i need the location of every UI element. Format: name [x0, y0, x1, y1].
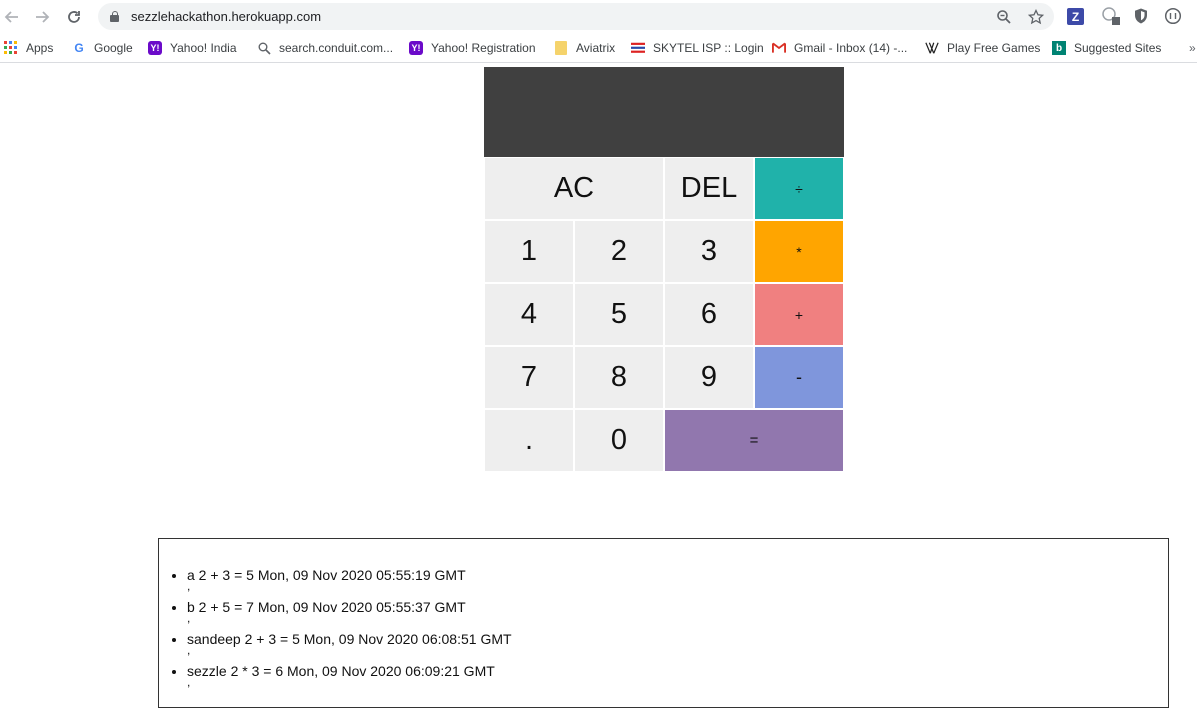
gmail-icon — [772, 41, 786, 55]
translate-extension-icon[interactable] — [1101, 6, 1121, 26]
bookmark-google[interactable]: G Google — [72, 40, 133, 56]
history-entry-text: sandeep 2 + 3 = 5 Mon, 09 Nov 2020 06:08… — [187, 631, 512, 647]
browser-toolbar: sezzlehackathon.herokuapp.com Z — [0, 0, 1197, 33]
bookmark-label: Yahoo! Registration — [431, 41, 536, 55]
bookmark-label: Yahoo! India — [170, 41, 237, 55]
multiply-button[interactable]: * — [754, 220, 844, 283]
subtract-button[interactable]: - — [754, 346, 844, 409]
add-button[interactable]: + — [754, 283, 844, 346]
digit-7-button[interactable]: 7 — [484, 346, 574, 409]
reload-icon[interactable] — [63, 6, 85, 28]
digit-0-button[interactable]: 0 — [574, 409, 664, 472]
google-icon: G — [74, 41, 84, 55]
bookmark-label: SKYTEL ISP :: Login — [653, 41, 764, 55]
forward-arrow-icon[interactable] — [31, 6, 53, 28]
delete-button[interactable]: DEL — [664, 157, 754, 220]
bookmark-label: Play Free Games — [947, 41, 1041, 55]
divide-button[interactable]: ÷ — [754, 157, 844, 220]
calculator: AC DEL ÷ 1 2 3 * 4 5 6 + 7 8 9 - . 0 = — [484, 67, 844, 472]
bookmark-label: Apps — [26, 41, 54, 55]
bookmark-label: Gmail - Inbox (14) -... — [794, 41, 908, 55]
apps-grid-icon — [4, 41, 18, 55]
bing-icon: b — [1052, 41, 1066, 55]
bookmark-label: Suggested Sites — [1074, 41, 1162, 55]
address-bar[interactable]: sezzlehackathon.herokuapp.com — [98, 3, 1054, 30]
bookmark-yahoo-india[interactable]: Y! Yahoo! India — [148, 40, 237, 56]
history-entry-text: b 2 + 5 = 7 Mon, 09 Nov 2020 05:55:37 GM… — [187, 599, 466, 615]
folder-icon — [554, 41, 568, 55]
more-bookmarks-chevron-icon[interactable]: » — [1189, 40, 1196, 56]
bookmark-label: Aviatrix — [576, 41, 616, 55]
bookmark-skytel[interactable]: SKYTEL ISP :: Login — [631, 40, 764, 56]
bookmark-aviatrix[interactable]: Aviatrix — [554, 40, 615, 56]
digit-5-button[interactable]: 5 — [574, 283, 664, 346]
history-entry: a 2 + 3 = 5 Mon, 09 Nov 2020 05:55:19 GM… — [187, 565, 512, 597]
history-entry: b 2 + 5 = 7 Mon, 09 Nov 2020 05:55:37 GM… — [187, 597, 512, 629]
all-clear-button[interactable]: AC — [484, 157, 664, 220]
digit-1-button[interactable]: 1 — [484, 220, 574, 283]
history-separator: , — [187, 643, 191, 657]
digit-6-button[interactable]: 6 — [664, 283, 754, 346]
digit-2-button[interactable]: 2 — [574, 220, 664, 283]
bookmark-play-free-games[interactable]: Play Free Games — [925, 40, 1040, 56]
history-entry-text: a 2 + 3 = 5 Mon, 09 Nov 2020 05:55:19 GM… — [187, 567, 466, 583]
history-list: a 2 + 3 = 5 Mon, 09 Nov 2020 05:55:19 GM… — [187, 565, 512, 693]
search-icon — [257, 41, 271, 55]
bookmarks-bar: Apps G Google Y! Yahoo! India search.con… — [0, 33, 1197, 63]
digit-4-button[interactable]: 4 — [484, 283, 574, 346]
zoom-icon[interactable] — [994, 7, 1014, 27]
bookmark-gmail[interactable]: Gmail - Inbox (14) -... — [772, 40, 907, 56]
back-arrow-icon[interactable] — [1, 6, 23, 28]
calculator-display — [484, 67, 844, 157]
history-entry: sezzle 2 * 3 = 6 Mon, 09 Nov 2020 06:09:… — [187, 661, 512, 693]
calculation-history-panel: a 2 + 3 = 5 Mon, 09 Nov 2020 05:55:19 GM… — [158, 538, 1169, 708]
shield-extension-icon[interactable] — [1131, 6, 1151, 26]
digit-8-button[interactable]: 8 — [574, 346, 664, 409]
lock-icon — [110, 11, 119, 22]
digit-9-button[interactable]: 9 — [664, 346, 754, 409]
bookmark-apps[interactable]: Apps — [4, 40, 53, 56]
bookmark-yahoo-registration[interactable]: Y! Yahoo! Registration — [409, 40, 536, 56]
history-separator: , — [187, 675, 191, 689]
z-extension-icon[interactable]: Z — [1067, 8, 1084, 25]
decimal-point-button[interactable]: . — [484, 409, 574, 472]
history-separator: , — [187, 579, 191, 593]
games-icon — [925, 41, 939, 55]
equals-button[interactable]: = — [664, 409, 844, 472]
bookmark-search-conduit[interactable]: search.conduit.com... — [257, 40, 393, 56]
bookmark-label: search.conduit.com... — [279, 41, 394, 55]
bookmark-star-icon[interactable] — [1026, 7, 1046, 27]
bookmark-suggested-sites[interactable]: b Suggested Sites — [1052, 40, 1161, 56]
profile-extension-icon[interactable] — [1163, 6, 1183, 26]
digit-3-button[interactable]: 3 — [664, 220, 754, 283]
bookmark-label: Google — [94, 41, 133, 55]
history-separator: , — [187, 611, 191, 625]
yahoo-icon: Y! — [148, 41, 162, 55]
yahoo-icon: Y! — [409, 41, 423, 55]
history-entry-text: sezzle 2 * 3 = 6 Mon, 09 Nov 2020 06:09:… — [187, 663, 495, 679]
skytel-icon — [631, 41, 645, 55]
url-text: sezzlehackathon.herokuapp.com — [131, 9, 322, 24]
history-entry: sandeep 2 + 3 = 5 Mon, 09 Nov 2020 06:08… — [187, 629, 512, 661]
